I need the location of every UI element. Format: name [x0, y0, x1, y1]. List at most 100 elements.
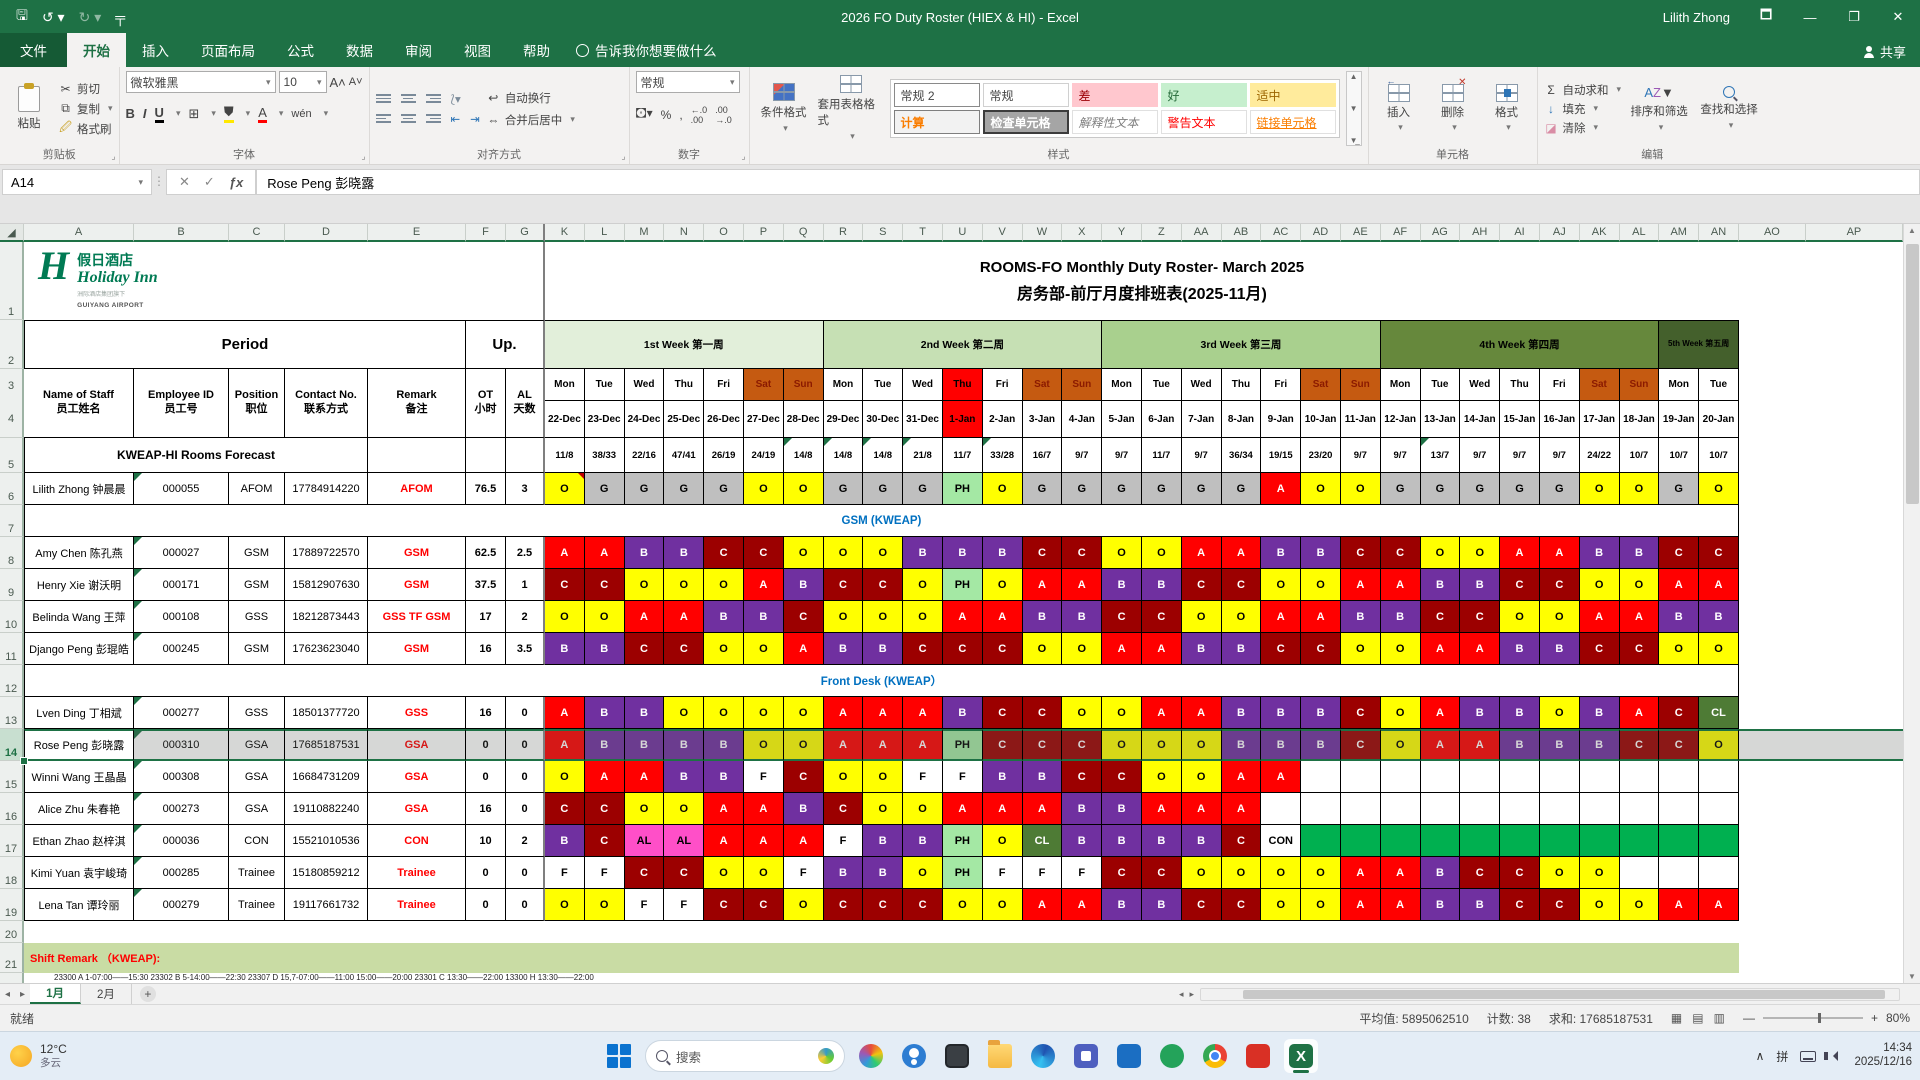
shift-cell[interactable]: O	[784, 537, 824, 569]
shift-cell[interactable]: A	[1460, 729, 1500, 761]
shift-cell[interactable]: C	[744, 889, 784, 921]
shift-cell[interactable]	[1261, 793, 1301, 825]
shift-cell[interactable]: PH	[943, 569, 983, 601]
shift-cell[interactable]	[1620, 793, 1660, 825]
format-painter-button[interactable]: 🖉格式刷	[58, 121, 113, 137]
shift-cell[interactable]: O	[1381, 729, 1421, 761]
forecast-9-Jan[interactable]: 19/15	[1261, 438, 1301, 473]
empty-cell[interactable]	[1739, 601, 1806, 633]
shift-cell[interactable]: C	[1222, 569, 1262, 601]
shift-cell[interactable]	[1540, 761, 1580, 793]
shift-cell[interactable]: B	[863, 825, 903, 857]
shift-cell[interactable]: O	[1540, 601, 1580, 633]
shift-cell[interactable]: C	[1102, 857, 1142, 889]
shift-cell[interactable]: A	[1102, 633, 1142, 665]
shift-cell[interactable]: O	[1142, 537, 1182, 569]
row-header-13[interactable]: 13	[0, 697, 24, 729]
formula-bar-splitter[interactable]: ⋮	[152, 169, 166, 188]
shift-cell[interactable]: O	[545, 601, 585, 633]
staff-position[interactable]: GSM	[229, 633, 285, 665]
restore-button[interactable]: ❐	[1832, 0, 1876, 34]
formula-input[interactable]: Rose Peng 彭晓露	[256, 169, 1920, 195]
shift-cell[interactable]: O	[863, 761, 903, 793]
fill-color-icon[interactable]: ⛊	[224, 104, 234, 123]
shift-cell[interactable]	[1699, 825, 1739, 857]
speaker-icon[interactable]	[1828, 1051, 1838, 1061]
new-sheet-button[interactable]: +	[140, 986, 156, 1002]
staff-position[interactable]: CON	[229, 825, 285, 857]
sheet-nav-right-icon[interactable]: ▸	[15, 989, 30, 1000]
shift-cell[interactable]: O	[903, 857, 943, 889]
shift-cell[interactable]: B	[784, 793, 824, 825]
column-header-O[interactable]: O	[704, 224, 744, 242]
shift-cell[interactable]: O	[1540, 697, 1580, 729]
shift-cell[interactable]: C	[1102, 601, 1142, 633]
shift-cell[interactable]	[1381, 793, 1421, 825]
shift-cell[interactable]: B	[903, 537, 943, 569]
shift-cell[interactable]: B	[1500, 633, 1540, 665]
shift-cell[interactable]: B	[1222, 633, 1262, 665]
tab-data[interactable]: 数据	[330, 33, 389, 67]
shift-cell[interactable]: A	[983, 601, 1023, 633]
shift-cell[interactable]	[1301, 793, 1341, 825]
shift-cell[interactable]: O	[704, 569, 744, 601]
shift-cell[interactable]: B	[1142, 825, 1182, 857]
shift-cell[interactable]	[1341, 793, 1381, 825]
shift-cell[interactable]: C	[1023, 729, 1063, 761]
staff-ot[interactable]: 16	[466, 633, 506, 665]
shift-cell[interactable]: C	[983, 697, 1023, 729]
shift-cell[interactable]: A	[545, 729, 585, 761]
shift-cell[interactable]: C	[1023, 537, 1063, 569]
shift-cell[interactable]: C	[1421, 601, 1461, 633]
shift-cell[interactable]: A	[704, 793, 744, 825]
shift-cell[interactable]: O	[1580, 889, 1620, 921]
shift-cell[interactable]	[1500, 761, 1540, 793]
staff-position[interactable]: GSM	[229, 569, 285, 601]
forecast-15-Jan[interactable]: 9/7	[1500, 438, 1540, 473]
day-date-22-Dec[interactable]: Mon22-Dec	[545, 369, 585, 438]
header-remark[interactable]: Remark备注	[368, 369, 466, 438]
column-header-AL[interactable]: AL	[1620, 224, 1660, 242]
day-date-7-Jan[interactable]: Wed7-Jan	[1182, 369, 1222, 438]
tray-caret-icon[interactable]: ∧	[1756, 1049, 1765, 1063]
staff-id[interactable]: 000055	[134, 473, 229, 505]
shift-cell[interactable]	[1460, 793, 1500, 825]
align-left-icon[interactable]	[376, 112, 391, 125]
day-date-12-Jan[interactable]: Mon12-Jan	[1381, 369, 1421, 438]
shift-cell[interactable]: O	[824, 761, 864, 793]
shift-cell[interactable]: CL	[1023, 825, 1063, 857]
shift-cell[interactable]: C	[903, 633, 943, 665]
header-contact[interactable]: Contact No.联系方式	[285, 369, 368, 438]
shift-cell[interactable]: O	[1580, 473, 1620, 505]
staff-ot[interactable]: 17	[466, 601, 506, 633]
day-date-19-Jan[interactable]: Mon19-Jan	[1659, 369, 1699, 438]
staff-contact[interactable]: 15180859212	[285, 857, 368, 889]
shift-cell[interactable]: G	[1062, 473, 1102, 505]
staff-contact[interactable]: 19110882240	[285, 793, 368, 825]
enter-icon[interactable]: ✓	[204, 174, 215, 190]
day-date-13-Jan[interactable]: Tue13-Jan	[1421, 369, 1461, 438]
staff-name[interactable]: Alice Zhu 朱春艳	[24, 793, 134, 825]
shift-cell[interactable]	[1460, 761, 1500, 793]
staff-contact[interactable]: 17685187531	[285, 729, 368, 761]
shift-cell[interactable]: B	[824, 633, 864, 665]
row-header-6[interactable]: 6	[0, 473, 24, 505]
shift-cell[interactable]: G	[1381, 473, 1421, 505]
shift-cell[interactable]: F	[943, 761, 983, 793]
shift-cell[interactable]: C	[625, 857, 665, 889]
day-date-9-Jan[interactable]: Fri9-Jan	[1261, 369, 1301, 438]
wrap-text-button[interactable]: ↩自动换行	[486, 90, 575, 106]
shift-cell[interactable]: O	[1182, 761, 1222, 793]
cell-g1[interactable]	[506, 242, 545, 320]
shift-cell[interactable]: B	[664, 761, 704, 793]
taskbar-search[interactable]: 搜索	[645, 1040, 845, 1072]
column-header-Z[interactable]: Z	[1142, 224, 1182, 242]
shift-cell[interactable]: B	[744, 601, 784, 633]
empty-cell[interactable]	[1739, 889, 1806, 921]
column-header-AK[interactable]: AK	[1580, 224, 1620, 242]
empty-cell[interactable]	[1739, 505, 1806, 537]
day-date-8-Jan[interactable]: Thu8-Jan	[1222, 369, 1262, 438]
shift-cell[interactable]: G	[625, 473, 665, 505]
shift-cell[interactable]: F	[784, 857, 824, 889]
shift-cell[interactable]: PH	[943, 473, 983, 505]
